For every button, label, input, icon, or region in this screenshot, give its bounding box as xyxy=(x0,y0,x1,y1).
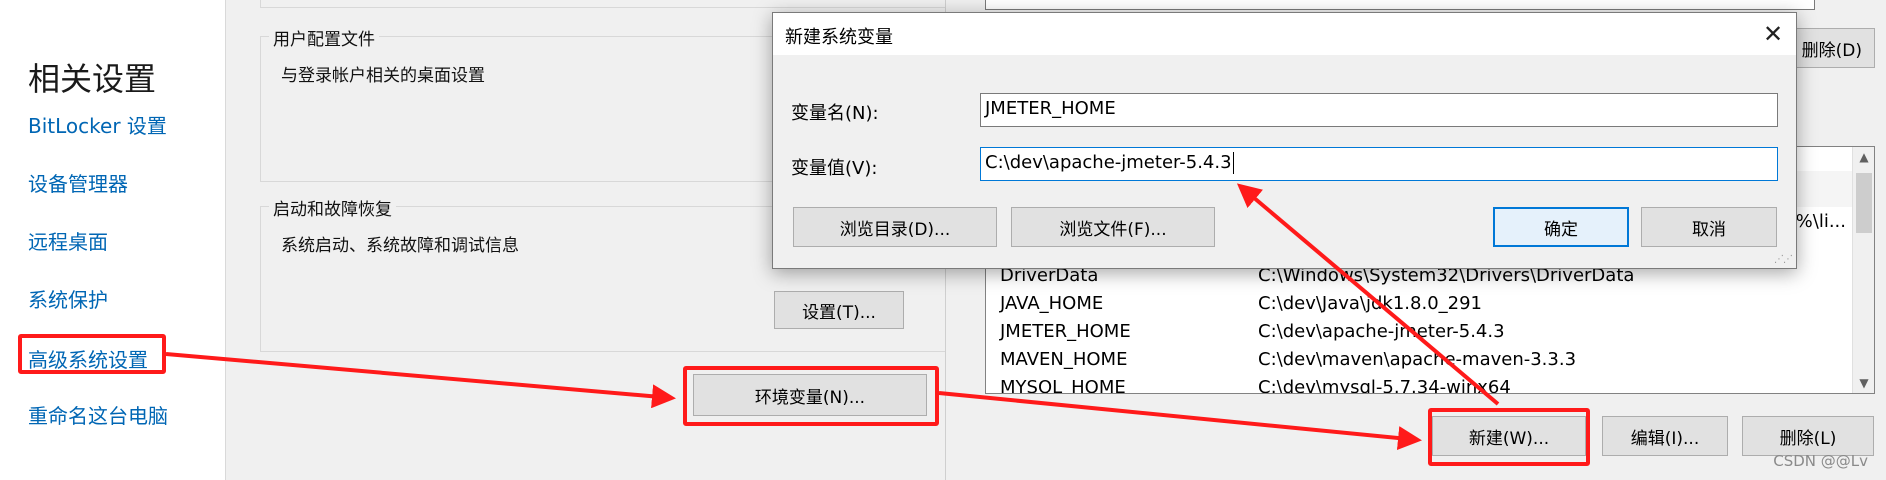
new-system-variable-dialog: 新建系统变量 ✕ 变量名(N): JMETER_HOME 变量值(V): C:\… xyxy=(772,12,1797,269)
highlight-env-vars-button xyxy=(683,366,939,426)
scrollbar-thumb[interactable] xyxy=(1856,173,1872,233)
browse-file-button[interactable]: 浏览文件(F)... xyxy=(1011,207,1215,247)
dialog-titlebar[interactable]: 新建系统变量 ✕ xyxy=(773,13,1796,55)
variable-name-label: 变量名(N): xyxy=(791,103,879,124)
dialog-title: 新建系统变量 xyxy=(785,27,893,48)
performance-groupbox xyxy=(260,0,952,8)
clipped-path-value: %\li... xyxy=(1795,211,1846,232)
table-row[interactable]: JAVA_HOME C:\dev\Java\jdk1.8.0_291 xyxy=(992,291,1822,318)
user-profiles-description: 与登录帐户相关的桌面设置 xyxy=(281,66,485,86)
variable-value-text: C:\dev\apache-jmeter-5.4.3 xyxy=(985,152,1232,173)
edit-variable-button[interactable]: 编辑(I)... xyxy=(1602,416,1728,456)
user-variables-list-edge xyxy=(985,0,1815,10)
related-settings-panel: 相关设置 BitLocker 设置 设备管理器 远程桌面 系统保护 高级系统设置… xyxy=(0,0,225,480)
rename-pc-link[interactable]: 重命名这台电脑 xyxy=(28,400,168,429)
highlight-new-button xyxy=(1428,408,1590,466)
resize-grip-icon[interactable]: ⋰⋰ xyxy=(1774,254,1793,265)
variable-value-label: 变量值(V): xyxy=(791,158,878,179)
variable-value-input[interactable]: C:\dev\apache-jmeter-5.4.3 xyxy=(980,147,1778,181)
highlight-advanced-settings xyxy=(18,334,166,374)
variable-name-input[interactable]: JMETER_HOME xyxy=(980,93,1778,127)
system-protection-link[interactable]: 系统保护 xyxy=(28,284,108,313)
user-profiles-label: 用户配置文件 xyxy=(269,25,379,50)
table-row[interactable]: MAVEN_HOME C:\dev\maven\apache-maven-3.3… xyxy=(992,347,1822,374)
device-manager-link[interactable]: 设备管理器 xyxy=(28,168,128,197)
table-row[interactable]: JMETER_HOME C:\dev\apache-jmeter-5.4.3 xyxy=(992,319,1822,346)
text-caret xyxy=(1232,152,1234,174)
delete-variable-button[interactable]: 删除(L) xyxy=(1742,416,1874,456)
ok-button[interactable]: 确定 xyxy=(1493,207,1629,247)
bitlocker-link[interactable]: BitLocker 设置 xyxy=(28,110,167,139)
vertical-scrollbar[interactable]: ▲ ▼ xyxy=(1852,147,1874,393)
close-icon[interactable]: ✕ xyxy=(1750,13,1796,55)
startup-recovery-label: 启动和故障恢复 xyxy=(269,195,396,220)
table-row[interactable]: MYSQL_HOME C:\dev\mysql-5.7.34-winx64 xyxy=(992,375,1822,393)
cancel-button[interactable]: 取消 xyxy=(1641,207,1777,247)
browse-directory-button[interactable]: 浏览目录(D)... xyxy=(793,207,997,247)
remote-desktop-link[interactable]: 远程桌面 xyxy=(28,226,108,255)
scroll-down-icon[interactable]: ▼ xyxy=(1853,373,1874,393)
startup-recovery-description: 系统启动、系统故障和调试信息 xyxy=(281,236,519,256)
related-settings-title: 相关设置 xyxy=(28,60,157,98)
watermark: CSDN @@Lv xyxy=(1773,452,1868,470)
scroll-up-icon[interactable]: ▲ xyxy=(1853,147,1874,167)
startup-settings-button[interactable]: 设置(T)... xyxy=(774,291,904,329)
